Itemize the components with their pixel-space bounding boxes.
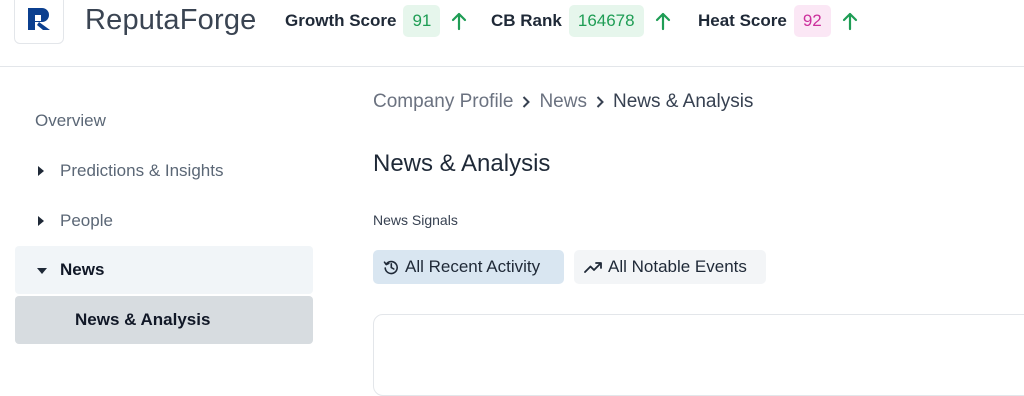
sidebar-item-label: Overview	[35, 111, 106, 130]
sidebar-item-label: News & Analysis	[75, 310, 211, 329]
section-label: News Signals	[373, 212, 458, 228]
metric-value-badge: 164678	[568, 5, 644, 37]
history-icon	[383, 260, 398, 275]
metric-label: Heat Score	[698, 11, 787, 30]
chevron-right-icon	[596, 96, 604, 108]
sidebar-item-label: Predictions & Insights	[60, 161, 224, 180]
sidebar-item-label: News	[60, 260, 105, 279]
breadcrumb-current: News & Analysis	[612, 91, 754, 112]
filter-all-recent-activity[interactable]: All Recent Activity	[373, 250, 564, 284]
caret-right-icon	[37, 166, 47, 176]
brand-logo-icon	[28, 8, 50, 30]
arrow-up-icon	[842, 12, 857, 31]
sidebar-item-label: People	[60, 211, 113, 230]
logo[interactable]	[14, 0, 64, 44]
top-header: ReputaForge Growth Score 91 CB Rank 1646…	[0, 0, 1024, 67]
arrow-up-icon	[655, 12, 670, 31]
filter-label: All Notable Events	[608, 257, 747, 276]
growth-score-metric: Growth Score 91	[285, 4, 468, 38]
cb-rank-metric: CB Rank 164678	[491, 4, 672, 38]
sidebar-item-overview[interactable]: Overview	[15, 97, 313, 145]
metric-value-badge: 91	[403, 5, 441, 37]
filter-label: All Recent Activity	[405, 257, 541, 276]
caret-right-icon	[37, 216, 47, 226]
arrow-up-icon	[452, 12, 467, 31]
breadcrumb: Company Profile News News & Analysis	[373, 91, 753, 113]
sidebar-item-people[interactable]: People	[15, 197, 313, 245]
metric-label: Growth Score	[285, 11, 397, 30]
brand-name: ReputaForge	[85, 4, 257, 36]
caret-down-icon	[37, 267, 47, 274]
news-content-card	[373, 314, 1024, 396]
breadcrumb-link-company-profile[interactable]: Company Profile	[373, 91, 513, 113]
page-title: News & Analysis	[373, 150, 551, 177]
sidebar-item-news[interactable]: News	[15, 246, 313, 294]
metric-value-badge: 92	[793, 5, 831, 37]
metric-label: CB Rank	[491, 11, 562, 30]
breadcrumb-link-news[interactable]: News	[539, 91, 587, 113]
filter-all-notable-events[interactable]: All Notable Events	[574, 250, 766, 284]
trending-up-icon	[584, 262, 602, 273]
heat-score-metric: Heat Score 92	[698, 4, 859, 38]
sidebar-subitem-news-analysis[interactable]: News & Analysis	[15, 296, 313, 344]
chevron-right-icon	[522, 96, 531, 108]
sidebar-item-predictions-insights[interactable]: Predictions & Insights	[15, 147, 313, 195]
